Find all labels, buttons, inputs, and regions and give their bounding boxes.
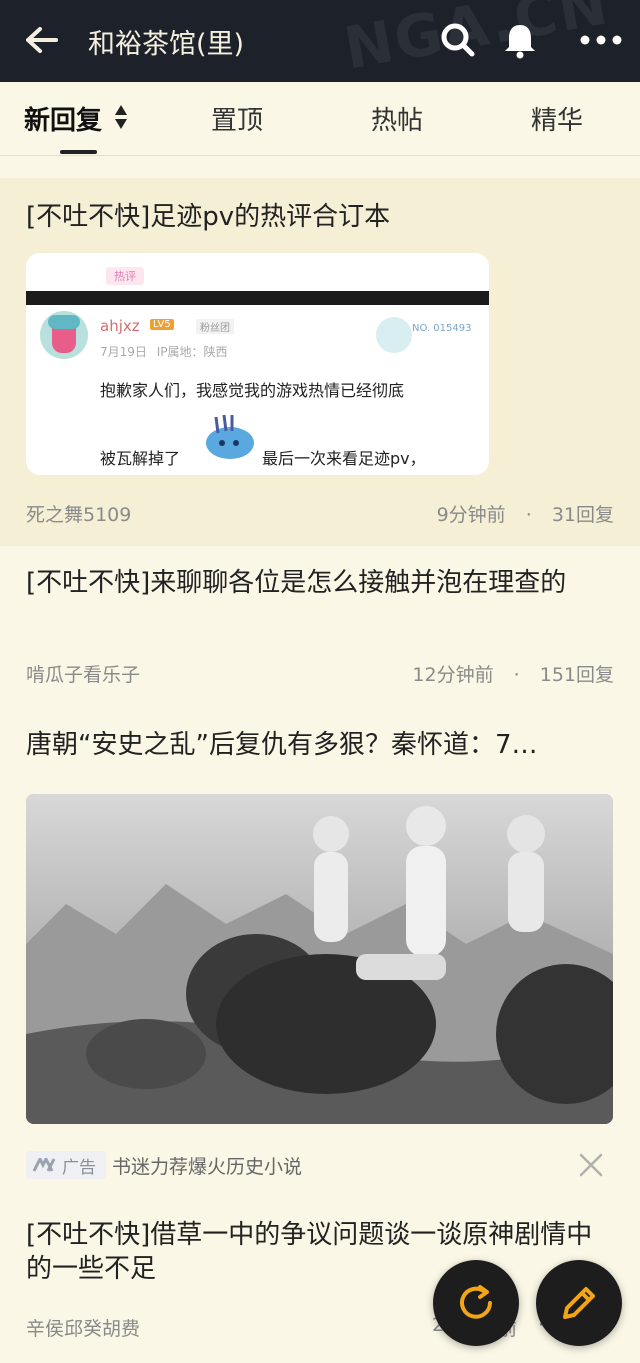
ad-footer: 广告 书迷力荐爆火历史小说 [26,1150,616,1180]
more-icon[interactable] [578,20,624,60]
post-author[interactable]: 辛侯邱癸胡费 [26,1314,140,1341]
refresh-button[interactable] [433,1260,519,1346]
post-author[interactable]: 啃瓜子看乐子 [26,660,140,687]
comment-username: ahjxz [100,317,140,335]
comment-line-1: 抱歉家人们，我感觉我的游戏热情已经彻底 [100,381,405,400]
bell-icon[interactable] [500,20,540,60]
post-stats: 12分钟前 · 151回复 [412,660,614,687]
ad-source-text[interactable]: 书迷力荐爆火历史小说 [112,1152,302,1179]
back-arrow-icon[interactable] [22,20,62,60]
post-title[interactable]: [不吐不快]借草一中的争议问题谈一谈原神剧情中的一些不足 [26,1218,616,1286]
tab-new-reply[interactable]: 新回复 [24,100,102,137]
comment-line-2a: 被瓦解掉了 [100,449,181,468]
comment-ip: IP属地：陕西 [156,345,228,359]
tab-pinned[interactable]: 置顶 [211,100,263,137]
close-icon[interactable] [578,1152,604,1178]
comment-meta: 7月19日 IP属地：陕西 [100,343,228,360]
hot-comment-tag: 热评 [106,267,144,285]
level-badge: LV5 [150,319,174,330]
ad-badge: 广告 [26,1151,106,1179]
refresh-icon [460,1285,492,1319]
forum-title: 和裕茶馆(里) [88,29,245,60]
fan-badge-icon [376,317,412,353]
comment-date: 7月19日 [100,345,147,359]
ad-image[interactable] [26,794,613,1124]
comment-line-2b: 最后一次来看足迹pv， [262,449,426,468]
active-tab-indicator [60,150,97,154]
fan-number: NO. 015493 [412,323,472,334]
ad-label: 广告 [62,1158,96,1178]
avatar [40,311,88,359]
search-icon[interactable] [438,20,478,60]
post-title[interactable]: [不吐不快]足迹pv的热评合订本 [26,200,616,234]
fan-group-badge: 粉丝团 [196,319,234,334]
compose-button[interactable] [536,1260,622,1346]
ad-title[interactable]: 唐朝“安史之乱”后复仇有多狠？秦怀道：7… [26,728,616,762]
tab-bar: 新回复 置顶 热帖 精华 [0,82,640,156]
top-app-bar: NGA.CN 和裕茶馆(里) [0,0,640,82]
tab-featured[interactable]: 精华 [531,100,583,137]
post-replies: 31回复 [551,504,614,526]
sad-emoji-icon [204,413,256,463]
ad-logo-icon [32,1158,56,1172]
pencil-icon [563,1287,595,1319]
post-time: 12分钟前 [412,664,494,686]
post-stats: 9分钟前 · 31回复 [437,500,614,527]
post-thumbnail[interactable]: 热评 ahjxz LV5 粉丝团 7月19日 IP属地：陕西 NO. 01549… [26,253,489,475]
separator: · [525,504,532,526]
post-item[interactable]: [不吐不快]来聊聊各位是怎么接触并泡在理查的 啃瓜子看乐子 12分钟前 · 15… [0,548,640,694]
post-replies: 151回复 [539,664,614,686]
post-time: 9分钟前 [436,504,506,526]
tab-hot[interactable]: 热帖 [371,100,423,137]
separator: · [513,664,520,686]
sort-caret-icon[interactable] [113,103,129,131]
post-author[interactable]: 死之舞5109 [26,500,131,527]
post-title[interactable]: [不吐不快]来聊聊各位是怎么接触并泡在理查的 [26,566,616,600]
